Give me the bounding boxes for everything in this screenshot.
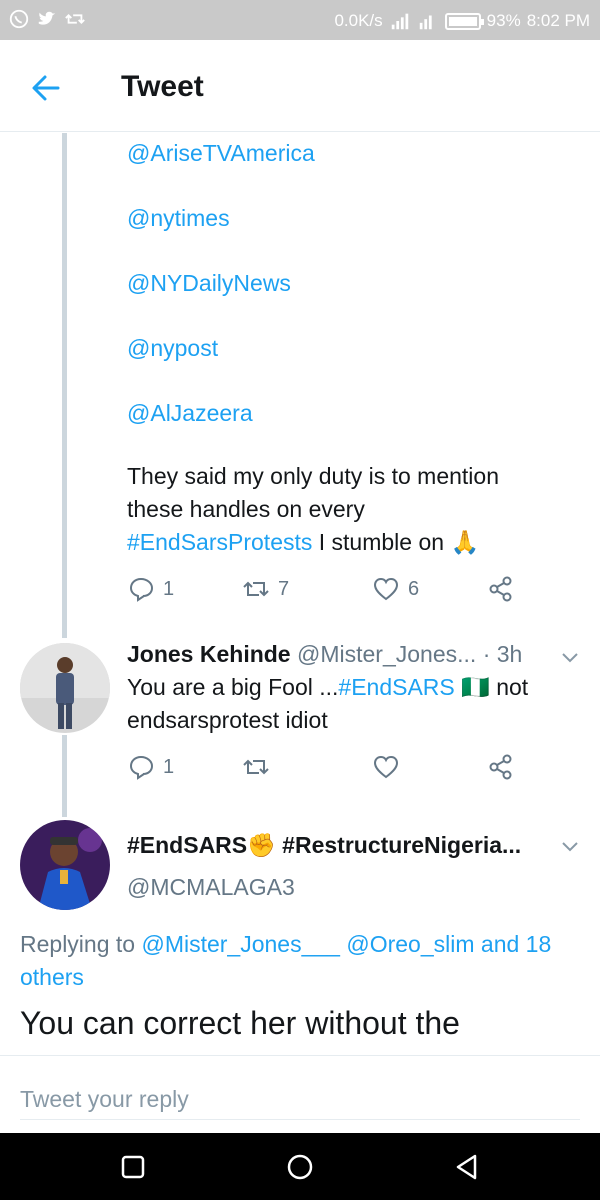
display-name-tag[interactable]: #RestructureNigeria... [282,832,521,858]
reply-input[interactable] [20,1080,580,1120]
like-button[interactable]: 6 [372,575,487,603]
reply-button[interactable]: 1 [127,575,242,603]
status-bar: 0.0K/s 93% 8:02 PM [0,0,600,40]
system-status: 0.0K/s 93% 8:02 PM [334,10,590,32]
chevron-down-icon[interactable] [558,645,582,669]
tweet-text-start: You are a big Fool ... [127,674,339,700]
avatar[interactable] [20,820,110,910]
signal-icon [391,13,408,30]
retweet-icon [243,759,269,775]
thread-line [62,133,67,638]
mention-link[interactable]: @nytimes [127,205,230,232]
system-nav-bar [0,1133,600,1200]
page-title: Tweet [121,70,204,103]
mention-link[interactable]: @nypost [127,335,218,362]
mention-link[interactable]: @AlJazeera [127,400,253,427]
chevron-down-icon[interactable] [558,834,582,858]
reply-user-link[interactable]: @Mister_Jones___ [141,931,340,957]
share-icon [489,754,512,780]
battery-level: 93% [486,11,521,30]
tweet-text-tail: I stumble on [318,529,445,555]
twitter-icon [38,11,56,25]
tweet-text-line: these handles on every [127,496,365,522]
signal-4g-icon [419,15,432,30]
reply-button[interactable]: 1 [127,753,242,781]
heart-icon [373,577,399,601]
tweet-text-line: endsarsprotest idiot [127,707,328,733]
like-count: 6 [408,577,420,600]
user-handle[interactable]: @MCMALAGA3 [127,874,295,901]
reply-count: 1 [163,577,175,600]
retweet-notification-icon [65,14,85,24]
retweet-button[interactable]: 7 [242,575,372,603]
recent-apps-icon[interactable] [117,1151,149,1183]
tweet-text-line: #EndSarsProtests I stumble on 🙏 [127,526,587,559]
avatar-photo [20,820,110,910]
tweet-text-line: They said my only duty is to mention [127,463,499,489]
fist-emoji: ✊ [247,832,276,858]
reply-icon [129,577,154,602]
avatar-photo [20,643,110,733]
tweet-text-end: not [496,674,529,700]
notification-icons [8,8,86,30]
display-name-tag[interactable]: #EndSARS [127,832,247,858]
network-speed: 0.0K/s [334,11,383,30]
pray-emoji: 🙏 [450,529,480,555]
heart-icon [373,755,399,779]
user-handle[interactable]: @Mister_Jones... [297,641,476,667]
tweet-header: #EndSARS✊ #RestructureNigeria... [127,832,521,859]
reply-user-link[interactable]: @Oreo_slim [346,931,474,957]
retweet-icon [243,581,269,597]
battery-icon [444,12,484,30]
clock: 8:02 PM [526,11,590,30]
tweet-text: They said my only duty is to mention the… [127,460,587,559]
hashtag-link[interactable]: #EndSarsProtests [127,529,312,555]
reply-count: 1 [163,755,175,778]
back-icon[interactable] [451,1151,483,1183]
retweet-count: 7 [278,577,290,600]
like-button[interactable] [372,753,487,781]
reply-icon [129,755,154,780]
replying-label: Replying to [20,931,136,957]
mention-link[interactable]: @AriseTVAmerica [127,140,315,167]
whatsapp-icon [9,9,29,29]
tweet-text-line: You are a big Fool ...#EndSARS 🇳🇬 not [127,671,567,704]
retweet-button[interactable] [242,753,372,781]
avatar[interactable] [20,643,110,733]
back-arrow-icon[interactable] [26,70,66,106]
tweet-actions: 1 7 6 [127,575,515,603]
tweet-text: You are a big Fool ...#EndSARS 🇳🇬 not en… [127,671,567,737]
mention-link[interactable]: @NYDailyNews [127,270,291,297]
display-name[interactable]: Jones Kehinde [127,641,291,667]
tweet-header: Jones Kehinde @Mister_Jones... · 3h [127,641,522,668]
home-icon[interactable] [284,1151,316,1183]
app-bar: Tweet [0,40,600,132]
share-icon [489,576,512,602]
share-button[interactable] [487,753,515,781]
tweet-text: You can correct her without the [20,1005,460,1041]
replying-to: Replying to @Mister_Jones___ @Oreo_slim … [20,928,585,994]
share-button[interactable] [487,575,515,603]
tweet-actions: 1 [127,753,515,781]
tweet-time: · 3h [482,641,523,667]
hashtag-emoji: 🇳🇬 [461,674,490,700]
hashtag-link[interactable]: #EndSARS [338,674,454,700]
thread-line [62,735,67,817]
